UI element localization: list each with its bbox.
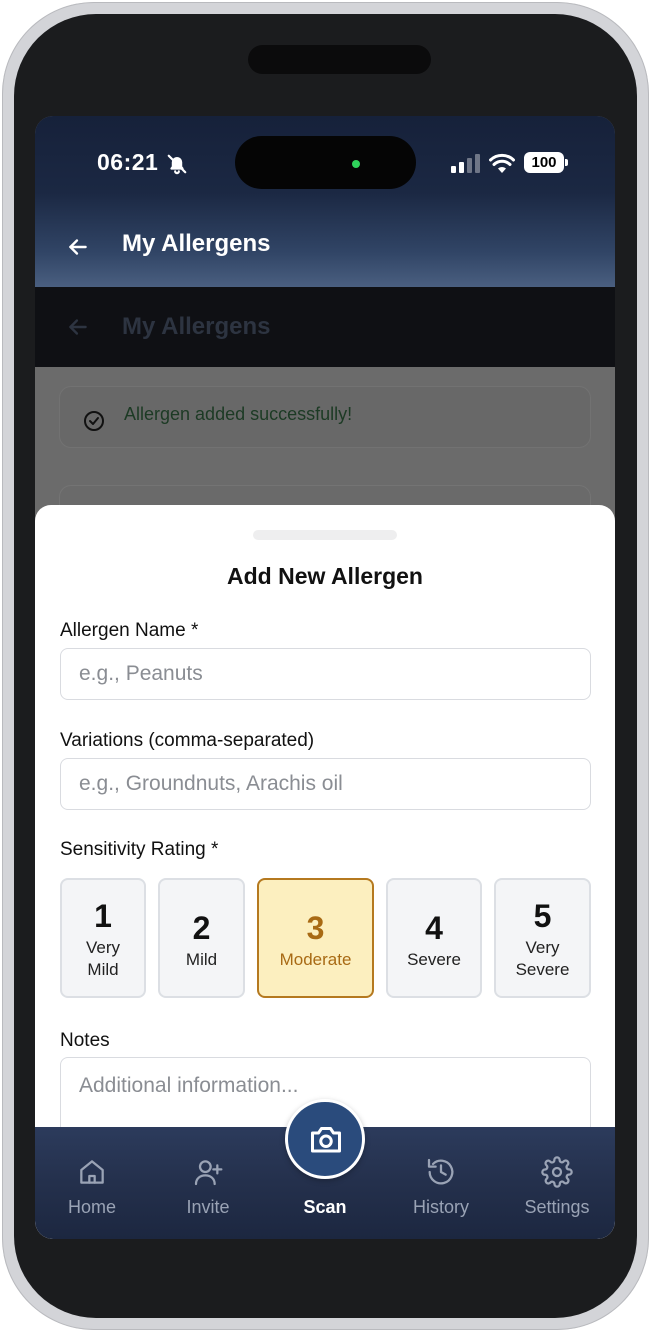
notes-label: Notes bbox=[60, 1030, 110, 1051]
camera-icon bbox=[311, 1127, 341, 1153]
nav-label-invite: Invite bbox=[186, 1197, 230, 1217]
bottom-navigation: Home Invite Scan History Settings bbox=[35, 1099, 615, 1239]
nav-label-settings: Settings bbox=[524, 1197, 590, 1217]
app-screen: 06:21 100 My Allergens My Allergens Alle… bbox=[35, 116, 615, 1239]
rating-number: 5 bbox=[533, 898, 552, 934]
rating-label: Very Severe bbox=[515, 938, 570, 979]
rating-number: 1 bbox=[94, 898, 112, 934]
page-title: My Allergens bbox=[122, 230, 271, 257]
allergen-name-input[interactable] bbox=[60, 648, 591, 700]
signal-icon bbox=[451, 154, 480, 173]
nav-item-settings[interactable]: Settings bbox=[502, 1127, 612, 1239]
allergen-name-label: Allergen Name * bbox=[60, 620, 199, 641]
rating-option-3[interactable]: 3 Moderate bbox=[257, 878, 374, 998]
app-header: 06:21 100 My Allergens bbox=[35, 116, 615, 287]
rating-number: 4 bbox=[425, 910, 443, 946]
variations-label: Variations (comma-separated) bbox=[60, 730, 315, 751]
background-title-bar: My Allergens bbox=[35, 287, 615, 367]
nav-item-invite[interactable]: Invite bbox=[153, 1127, 263, 1239]
sensitivity-rating-group: 1 Very Mild 2 Mild 3 Moderate 4 Severe 5… bbox=[60, 878, 591, 998]
sensitivity-rating-label: Sensitivity Rating * bbox=[60, 839, 219, 860]
bell-off-icon bbox=[167, 154, 187, 175]
rating-number: 2 bbox=[192, 910, 211, 946]
back-arrow-icon[interactable] bbox=[65, 234, 91, 260]
history-icon bbox=[427, 1158, 454, 1185]
dynamic-island bbox=[235, 136, 416, 189]
toast-message: Allergen added successfully! bbox=[124, 404, 353, 424]
nav-item-home[interactable]: Home bbox=[37, 1127, 147, 1239]
rating-option-2[interactable]: 2 Mild bbox=[158, 878, 245, 998]
nav-label-home: Home bbox=[67, 1197, 116, 1217]
background-back-arrow-icon bbox=[69, 319, 87, 335]
rating-number: 3 bbox=[306, 910, 325, 946]
check-circle-icon bbox=[84, 411, 104, 431]
rating-label: Severe bbox=[407, 950, 461, 969]
home-icon bbox=[80, 1160, 104, 1184]
variations-input[interactable] bbox=[60, 758, 591, 810]
success-toast: Allergen added successfully! bbox=[59, 386, 591, 448]
camera-indicator bbox=[352, 160, 360, 168]
gear-icon bbox=[541, 1156, 573, 1188]
status-bar: 06:21 100 bbox=[35, 116, 615, 208]
background-page-title: My Allergens bbox=[122, 313, 271, 340]
nav-label-scan: Scan bbox=[303, 1197, 347, 1217]
wifi-icon bbox=[489, 153, 515, 173]
speaker-grille bbox=[248, 45, 431, 74]
rating-option-5[interactable]: 5 Very Severe bbox=[494, 878, 591, 998]
battery-indicator: 100 bbox=[524, 152, 568, 173]
user-plus-icon bbox=[194, 1160, 223, 1186]
scan-button[interactable] bbox=[285, 1099, 365, 1179]
title-bar: My Allergens bbox=[35, 208, 615, 287]
sheet-drag-handle[interactable] bbox=[253, 530, 397, 540]
nav-item-history[interactable]: History bbox=[386, 1127, 496, 1239]
rating-option-4[interactable]: 4 Severe bbox=[386, 878, 482, 998]
nav-label-history: History bbox=[412, 1197, 469, 1217]
rating-label: Very Mild bbox=[85, 938, 121, 979]
rating-option-1[interactable]: 1 Very Mild bbox=[60, 878, 146, 998]
sheet-title: Add New Allergen bbox=[227, 563, 423, 589]
rating-label: Mild bbox=[185, 950, 218, 969]
rating-label: Moderate bbox=[279, 950, 352, 969]
status-time: 06:21 bbox=[97, 149, 159, 175]
